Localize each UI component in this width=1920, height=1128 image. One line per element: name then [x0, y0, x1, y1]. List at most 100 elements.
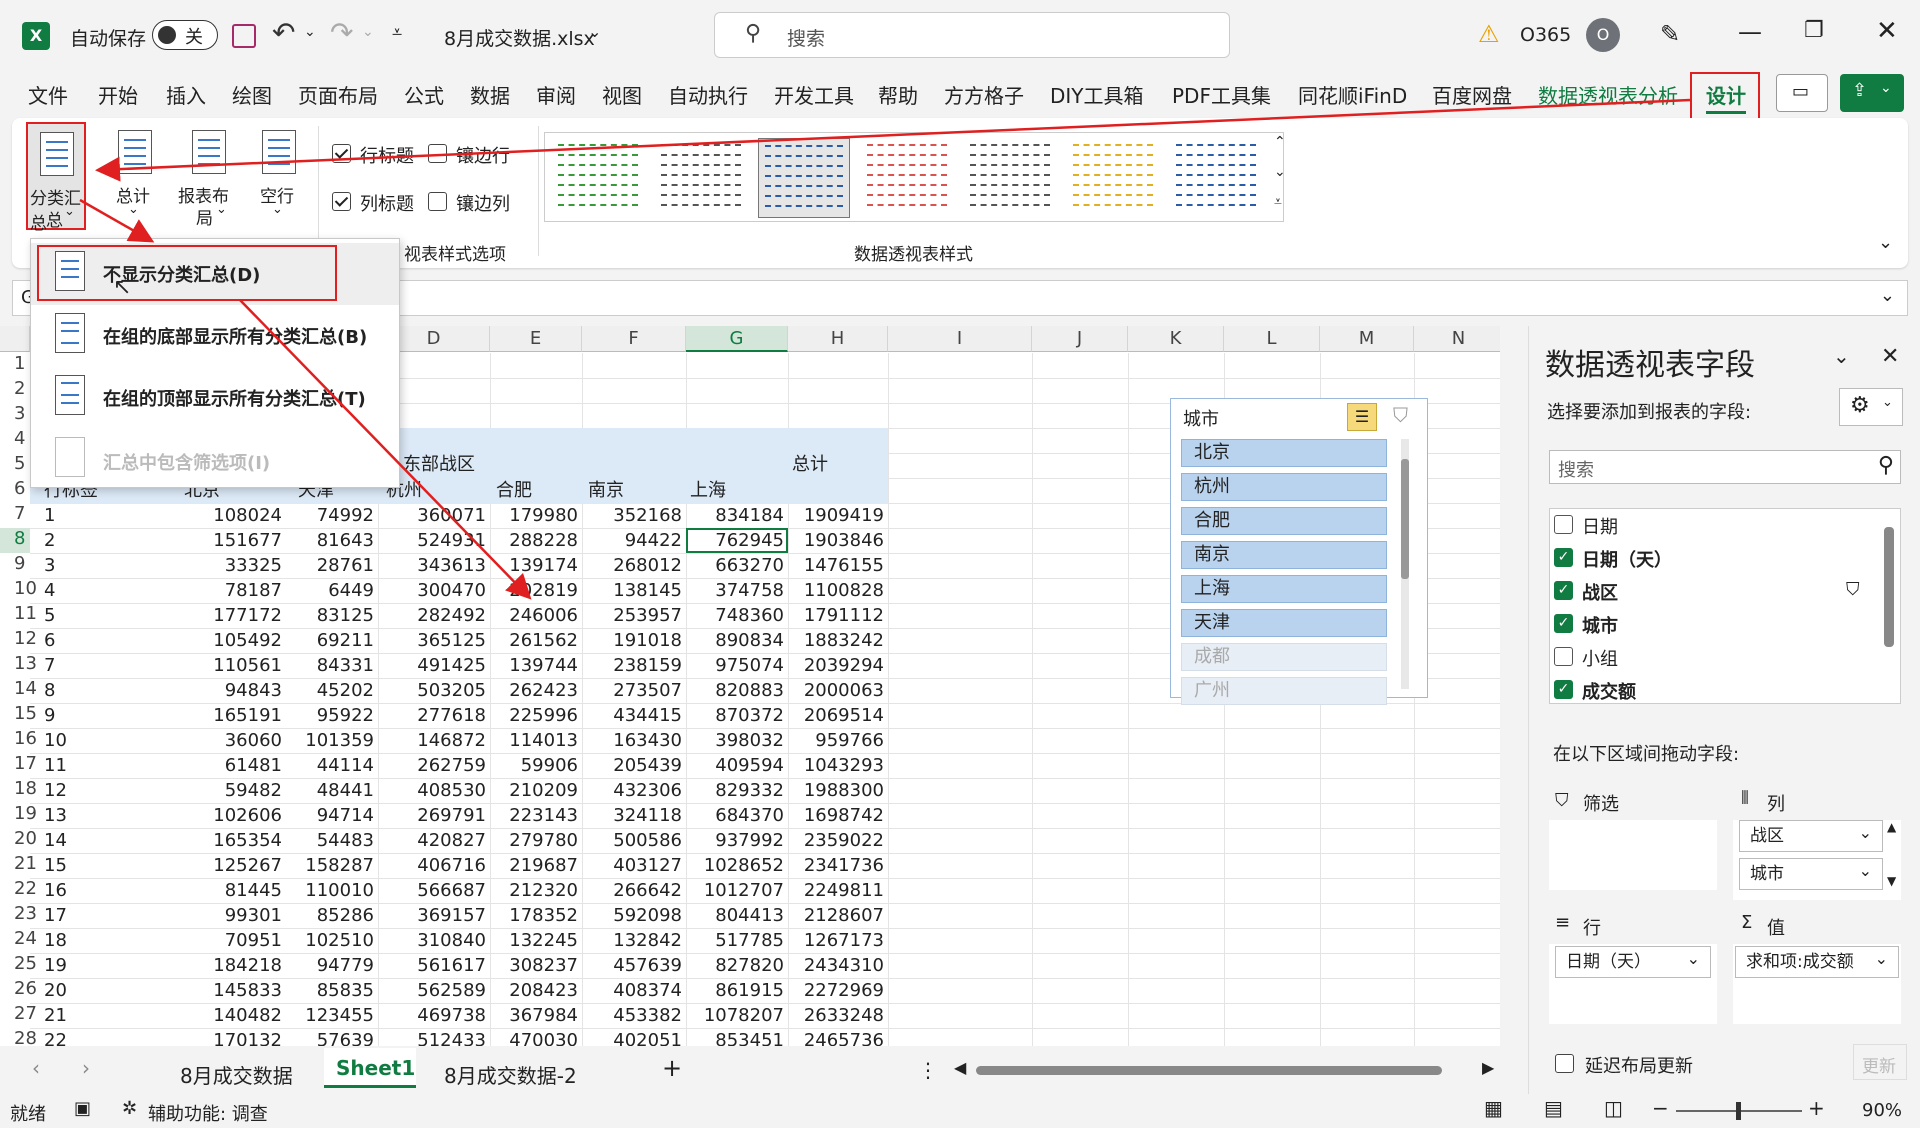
- value-cell[interactable]: 28761: [268, 553, 374, 578]
- defer-update-checkbox[interactable]: [1555, 1054, 1574, 1073]
- row-label-cell[interactable]: 15: [44, 853, 67, 878]
- column-header-f[interactable]: F: [582, 326, 686, 352]
- field-checkbox[interactable]: ✓: [1554, 581, 1573, 600]
- value-cell[interactable]: 1100828: [778, 578, 884, 603]
- slicer-item[interactable]: 广州: [1181, 677, 1387, 705]
- normal-view-icon[interactable]: ▦: [1484, 1096, 1503, 1120]
- row-header[interactable]: 17: [0, 753, 37, 778]
- value-cell[interactable]: 102510: [268, 928, 374, 953]
- redo-icon[interactable]: ↷: [330, 16, 353, 49]
- value-cell[interactable]: 84331: [268, 653, 374, 678]
- value-cell[interactable]: 374758: [678, 578, 784, 603]
- value-cell[interactable]: 827820: [678, 953, 784, 978]
- field-label[interactable]: 日期（天）: [1582, 546, 1672, 572]
- row-header[interactable]: 12: [0, 628, 37, 653]
- undo-icon[interactable]: ↶: [272, 16, 295, 49]
- next-sheet-icon[interactable]: ›: [82, 1056, 90, 1080]
- value-cell[interactable]: 277618: [380, 703, 486, 728]
- value-cell[interactable]: 36060: [176, 728, 282, 753]
- value-cell[interactable]: 94714: [268, 803, 374, 828]
- value-cell[interactable]: 434415: [576, 703, 682, 728]
- value-cell[interactable]: 158287: [268, 853, 374, 878]
- value-cell[interactable]: 2465736: [778, 1028, 884, 1046]
- columns-scroll-down-icon[interactable]: ▼: [1887, 874, 1896, 888]
- formula-expand-icon[interactable]: ⌄: [1880, 285, 1895, 306]
- row-label-cell[interactable]: 8: [44, 678, 55, 703]
- value-cell[interactable]: 99301: [176, 903, 282, 928]
- value-cell[interactable]: 562589: [380, 978, 486, 1003]
- row-header[interactable]: 13: [0, 653, 37, 678]
- account-name[interactable]: O365: [1520, 24, 1571, 46]
- value-cell[interactable]: 269791: [380, 803, 486, 828]
- column-header-m[interactable]: M: [1320, 326, 1414, 352]
- column-header-k[interactable]: K: [1128, 326, 1224, 352]
- value-cell[interactable]: 870372: [678, 703, 784, 728]
- close-icon[interactable]: ✕: [1876, 16, 1898, 46]
- prev-sheet-icon[interactable]: ‹: [32, 1056, 40, 1080]
- value-cell[interactable]: 48441: [268, 778, 374, 803]
- value-cell[interactable]: 1988300: [778, 778, 884, 803]
- value-cell[interactable]: 453382: [576, 1003, 682, 1028]
- value-cell[interactable]: 101359: [268, 728, 374, 753]
- row-header[interactable]: 14: [0, 678, 37, 703]
- row-label-cell[interactable]: 14: [44, 828, 67, 853]
- value-cell[interactable]: 110561: [176, 653, 282, 678]
- field-label[interactable]: 小组: [1582, 645, 1618, 671]
- gallery-down-icon[interactable]: ⌄: [1274, 164, 1286, 180]
- value-cell[interactable]: 829332: [678, 778, 784, 803]
- value-cell[interactable]: 145833: [176, 978, 282, 1003]
- row-header[interactable]: 11: [0, 603, 37, 628]
- value-cell[interactable]: 177172: [176, 603, 282, 628]
- value-cell[interactable]: 300470: [380, 578, 486, 603]
- value-cell[interactable]: 210209: [472, 778, 578, 803]
- column-header-j[interactable]: J: [1032, 326, 1128, 352]
- value-cell[interactable]: 238159: [576, 653, 682, 678]
- row-header[interactable]: 2: [0, 378, 30, 403]
- row-label-cell[interactable]: 22: [44, 1028, 67, 1046]
- pen-icon[interactable]: ✎: [1660, 20, 1680, 48]
- field-checkbox[interactable]: ✓: [1554, 680, 1573, 699]
- value-cell[interactable]: 408374: [576, 978, 682, 1003]
- value-cell[interactable]: 469738: [380, 1003, 486, 1028]
- value-cell[interactable]: 81643: [268, 528, 374, 553]
- row-header[interactable]: 15: [0, 703, 37, 728]
- slicer-scrollbar[interactable]: [1401, 439, 1409, 689]
- clear-filter-icon[interactable]: ⛉: [1393, 403, 1408, 427]
- value-cell[interactable]: 352168: [576, 503, 682, 528]
- zoom-out-icon[interactable]: −: [1652, 1096, 1669, 1120]
- value-cell[interactable]: 432306: [576, 778, 682, 803]
- row-header[interactable]: 25: [0, 953, 37, 978]
- tab-data[interactable]: 数据: [470, 80, 510, 109]
- col-headers-checkbox[interactable]: [332, 192, 351, 211]
- value-cell[interactable]: 1028652: [678, 853, 784, 878]
- slicer-item[interactable]: 合肥: [1181, 507, 1387, 535]
- value-cell[interactable]: 202819: [472, 578, 578, 603]
- row-label-cell[interactable]: 13: [44, 803, 67, 828]
- gallery-up-icon[interactable]: ⌃: [1274, 134, 1286, 150]
- value-cell[interactable]: 94779: [268, 953, 374, 978]
- value-cell[interactable]: 308237: [472, 953, 578, 978]
- row-label-cell[interactable]: 11: [44, 753, 67, 778]
- pivot-style-thumbnail[interactable]: [655, 138, 747, 218]
- page-break-view-icon[interactable]: ◫: [1604, 1096, 1623, 1120]
- value-cell[interactable]: 59906: [472, 753, 578, 778]
- value-cell[interactable]: 208423: [472, 978, 578, 1003]
- customize-qat-icon[interactable]: ⩡: [392, 22, 402, 43]
- row-header[interactable]: 27: [0, 1003, 37, 1028]
- pivot-style-thumbnail[interactable]: [1067, 138, 1159, 218]
- tab-view[interactable]: 视图: [602, 80, 642, 109]
- avatar[interactable]: O: [1586, 18, 1620, 52]
- value-cell[interactable]: 108024: [176, 503, 282, 528]
- field-label[interactable]: 战区: [1582, 579, 1618, 605]
- value-cell[interactable]: 57639: [268, 1028, 374, 1046]
- row-label-cell[interactable]: 12: [44, 778, 67, 803]
- slicer-item[interactable]: 南京: [1181, 541, 1387, 569]
- value-cell[interactable]: 139744: [472, 653, 578, 678]
- value-cell[interactable]: 165354: [176, 828, 282, 853]
- zoom-slider[interactable]: [1676, 1102, 1802, 1120]
- value-cell[interactable]: 61481: [176, 753, 282, 778]
- tab-baidu[interactable]: 百度网盘: [1432, 80, 1512, 109]
- value-cell[interactable]: 684370: [678, 803, 784, 828]
- value-cell[interactable]: 409594: [678, 753, 784, 778]
- grandtotal-button[interactable]: 总计 ⌄: [104, 122, 164, 230]
